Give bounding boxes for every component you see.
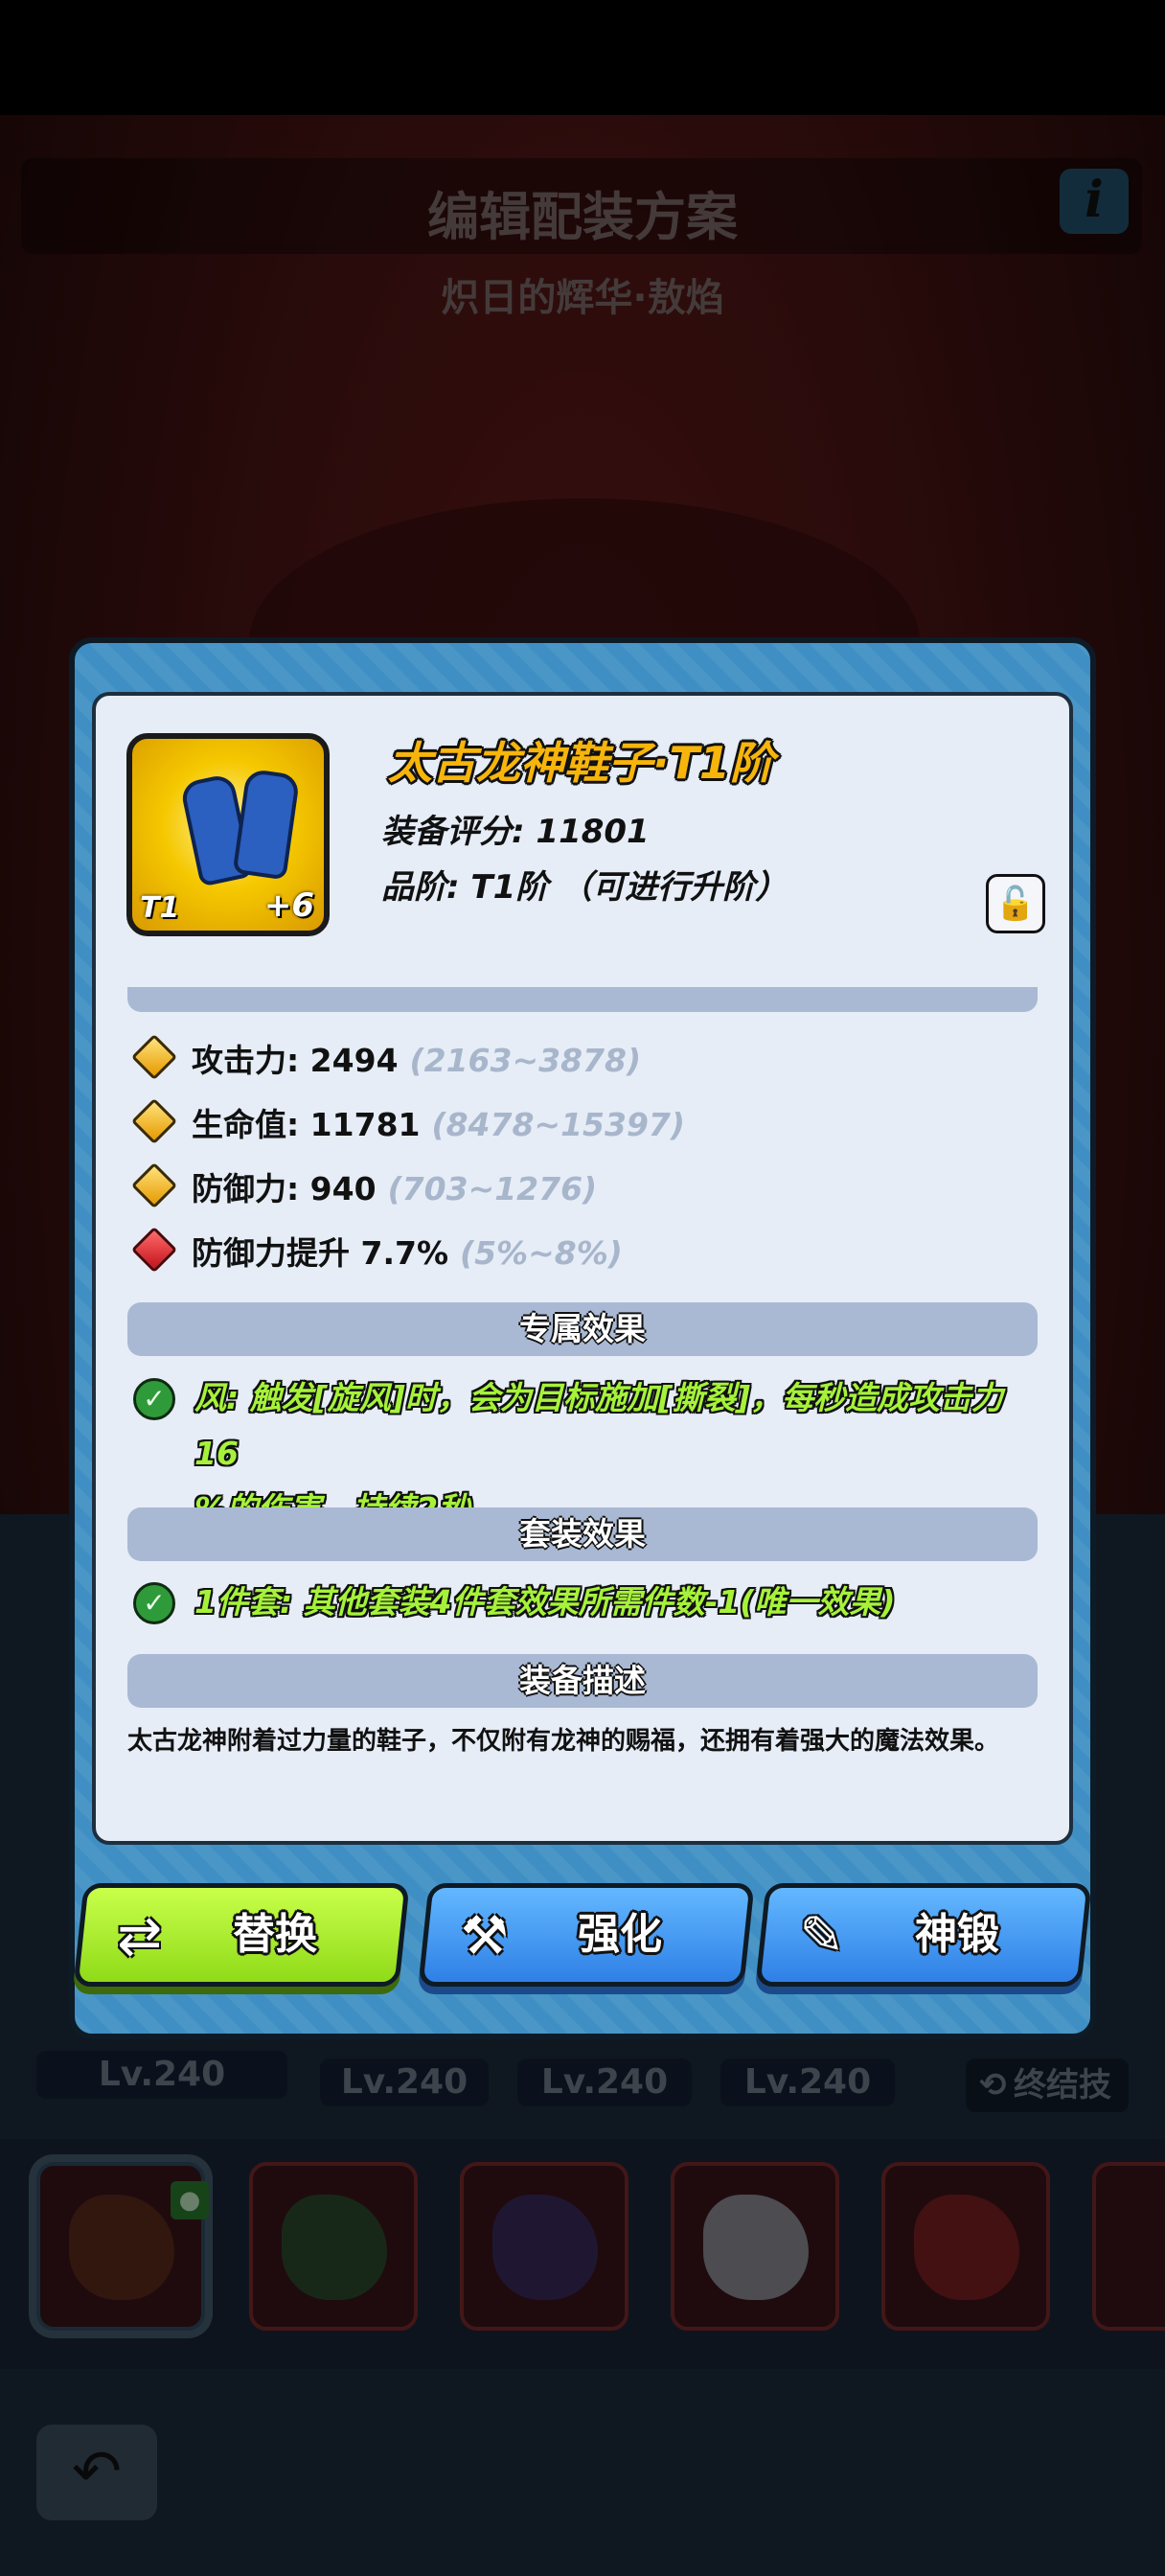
lock-icon[interactable]: 🔓 (986, 874, 1045, 933)
check-icon: ✓ (133, 1378, 175, 1420)
set-effect-text: 1件套: 其他套装4件套效果所需件数-1(唯一效果) (194, 1583, 896, 1621)
enhance-button[interactable]: ⚒ 强化 (418, 1883, 755, 1987)
boot-right-shape (232, 768, 301, 881)
exclusive-effect-header: 专属效果 (127, 1302, 1038, 1356)
stat-range: (703~1276) (387, 1170, 598, 1208)
stat-value: 防御力提升 7.7% (192, 1234, 449, 1272)
description-header: 装备描述 (127, 1654, 1038, 1708)
stat-value: 生命值: 11781 (192, 1106, 421, 1143)
stat-range: (2163~3878) (409, 1042, 642, 1079)
forge-button[interactable]: ✎ 神锻 (755, 1883, 1092, 1987)
stat-range: (5%~8%) (460, 1234, 623, 1272)
check-icon: ✓ (133, 1582, 175, 1624)
swap-icon: ⇄ (117, 1905, 163, 1967)
stat-value: 攻击力: 2494 (192, 1042, 399, 1079)
exclusive-effect-line: 风: 触发[旋风]时，会为目标施加[撕裂]，每秒造成攻击力16 (194, 1379, 1004, 1472)
enhance-button-label: 强化 (578, 1910, 662, 1959)
replace-button[interactable]: ⇄ 替换 (73, 1883, 410, 1987)
tier-badge: T1 (140, 891, 180, 925)
enhance-level-badge: +6 (263, 886, 314, 925)
hammer-icon: ⚒ (460, 1905, 509, 1967)
attributes-section-header (127, 987, 1038, 1012)
dragon-boots-icon: T1 +6 (126, 733, 330, 936)
forge-button-label: 神锻 (915, 1910, 999, 1959)
replace-button-label: 替换 (233, 1910, 317, 1959)
forge-tool-icon: ✎ (799, 1905, 845, 1967)
item-score: 装备评分: 11801 (381, 813, 650, 851)
item-description: 太古龙神附着过力量的鞋子，不仅附有龙神的赐福，还拥有着强大的魔法效果。 (127, 1727, 1000, 1756)
stat-range: (8478~15397) (431, 1106, 685, 1143)
set-effect-header: 套装效果 (127, 1507, 1038, 1561)
item-name: 太古龙神鞋子·T1阶 (388, 737, 774, 789)
stat-value: 防御力: 940 (192, 1170, 377, 1208)
item-grade: 品阶: T1阶 （可进行升阶） (381, 868, 788, 907)
